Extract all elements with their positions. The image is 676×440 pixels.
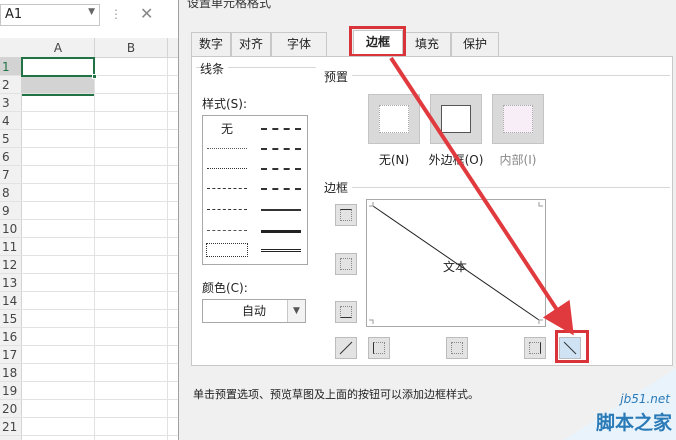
row-header-item[interactable]: 19 (0, 382, 22, 400)
name-box[interactable]: A1 ▼ (0, 4, 100, 26)
row-header-item[interactable]: 11 (0, 238, 22, 256)
row-header-item[interactable]: 2 (0, 76, 22, 94)
watermark: jb51.net 脚本之家 (564, 368, 676, 440)
row-header-item[interactable]: 20 (0, 400, 22, 418)
column-header-a[interactable]: A (22, 38, 95, 58)
watermark-text: 脚本之家 (595, 412, 672, 434)
close-icon[interactable]: ✕ (140, 4, 153, 23)
row-header-item[interactable]: 1 (0, 58, 22, 76)
row-header-item[interactable]: 5 (0, 130, 22, 148)
format-cells-dialog: 设置单元格格式 数字 对齐 字体 边框 填充 保护 线条 样式(S): 无 颜色… (178, 0, 676, 440)
cell-grid[interactable] (22, 58, 178, 440)
row-header-item[interactable]: 21 (0, 418, 22, 436)
row-header-item[interactable]: 12 (0, 256, 22, 274)
row-header: 1 2 3 4 5 6 7 8 9 10 11 12 13 14 15 16 17 18 19 20 21 (0, 58, 22, 440)
more-icon: ⋮ (110, 7, 122, 21)
row-header-item[interactable]: 14 (0, 292, 22, 310)
row-header-item[interactable]: 3 (0, 94, 22, 112)
spreadsheet: A1 ▼ ⋮ ✕ A B 1 2 3 4 5 6 7 8 9 10 11 12 13 14 15 16 17 18… (0, 0, 178, 440)
row-header-item[interactable]: 7 (0, 166, 22, 184)
row-header-item[interactable]: 16 (0, 328, 22, 346)
column-header-b[interactable]: B (95, 38, 168, 58)
row-header-item[interactable]: 6 (0, 148, 22, 166)
row-header-item[interactable]: 10 (0, 220, 22, 238)
row-header-item[interactable]: 13 (0, 274, 22, 292)
watermark-url: jb51.net (620, 392, 670, 406)
fill-handle[interactable] (92, 74, 97, 79)
active-cell[interactable] (21, 57, 97, 79)
row-header-item[interactable]: 18 (0, 364, 22, 382)
row-header-item[interactable]: 15 (0, 310, 22, 328)
column-header: A B (0, 38, 178, 96)
name-box-value: A1 (5, 7, 23, 22)
row-header-item[interactable]: 17 (0, 346, 22, 364)
row-header-item[interactable]: 4 (0, 112, 22, 130)
chevron-down-icon[interactable]: ▼ (88, 7, 95, 17)
row-header-item[interactable]: 9 (0, 202, 22, 220)
row-header-item[interactable]: 8 (0, 184, 22, 202)
